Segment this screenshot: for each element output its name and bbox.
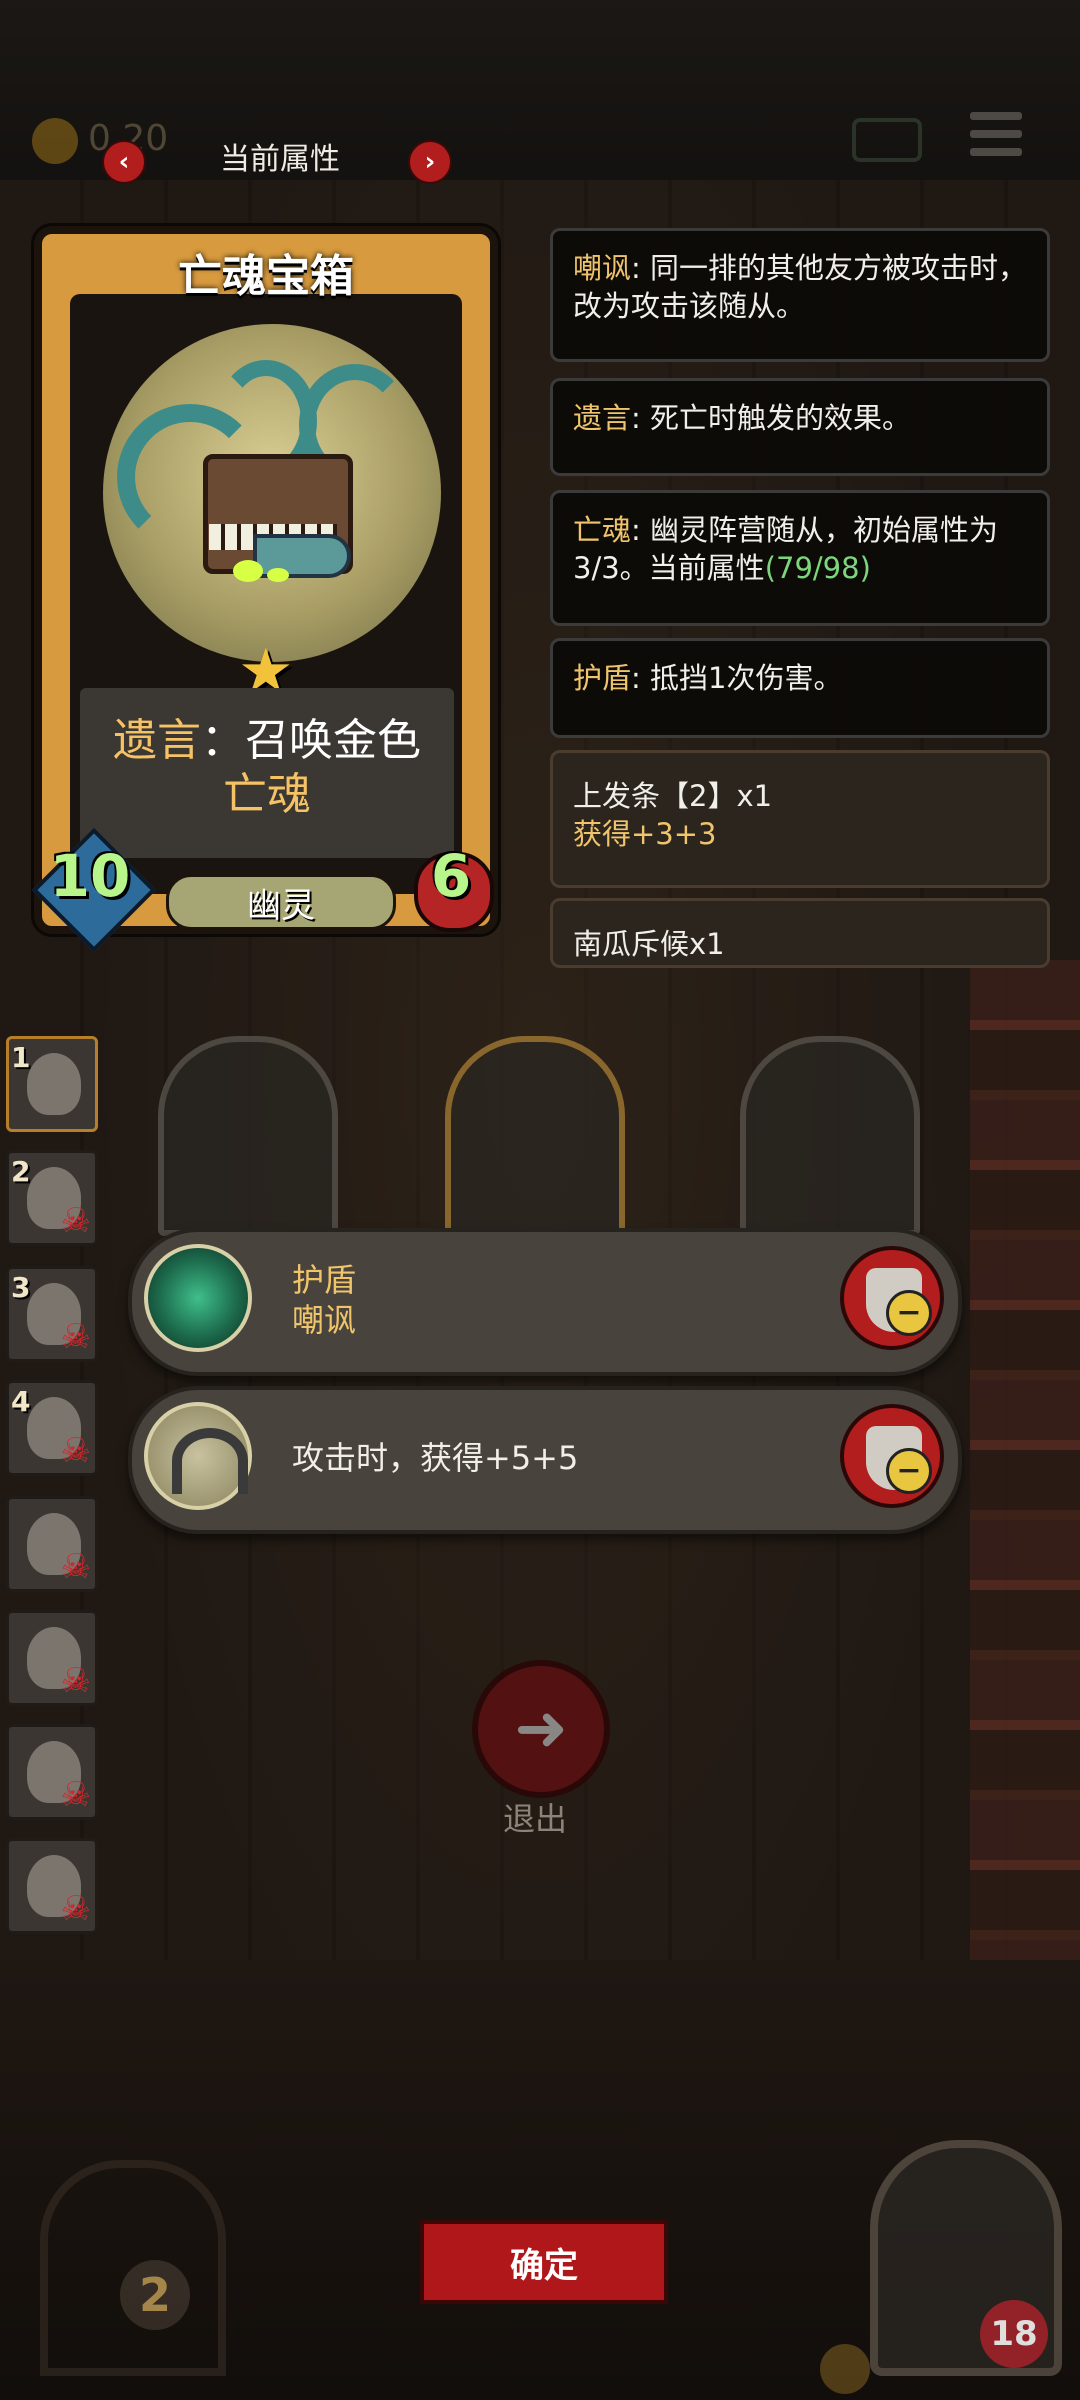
bonus-panel: 上发条【2】x1 获得+3+3 [550,750,1050,888]
skull-icon: ☠ [60,1201,91,1241]
unit-slot[interactable]: ☠ [6,1496,98,1592]
attack-value: 10 [49,842,131,910]
keyword-text: : 同一排的其他友方被攻击时，改为攻击该随从。 [573,251,1028,323]
health-value: 6 [430,842,472,910]
keyword-text: : 死亡时触发的效果。 [631,401,912,435]
prev-button[interactable]: ‹ [102,140,146,184]
remove-enhancement-button[interactable]: − [840,1246,944,1350]
enhancement-line1: 护盾 [292,1261,357,1299]
header-title: 当前属性 [220,142,340,177]
keyword-panel-deathrattle: 遗言: 死亡时触发的效果。 [550,378,1050,476]
board-minion [445,1036,625,1236]
current-stats: (79/98) [764,551,871,585]
card-description: 遗言：召唤金色亡魂 [92,714,442,822]
battery-icon [852,118,922,162]
minion-card: 亡魂宝箱 ★ 遗言：召唤金色亡魂 10 6 幽灵 [31,226,498,953]
eye-art [233,560,263,582]
exit-button[interactable]: ➜ [472,1660,610,1798]
board-minion [740,1036,920,1236]
keyword-text: : 抵挡1次伤害。 [631,661,843,695]
keyword-panel-shield: 护盾: 抵挡1次伤害。 [550,638,1050,738]
confirm-button[interactable]: 确定 [420,2220,668,2304]
sword-icon [820,2344,870,2394]
keyword-name: 亡魂 [573,513,632,547]
minus-icon: − [886,1448,932,1494]
horseshoe-icon [144,1402,252,1510]
cage-count: 2 [120,2260,190,2330]
card-portrait [97,318,447,668]
desc-gold-word: 亡魂 [223,769,311,820]
unit-number: 3 [11,1271,31,1304]
unit-number: 4 [11,1385,31,1418]
enhancement-row[interactable]: 攻击时，获得+5+5 − [128,1386,962,1534]
hero-health: 18 [980,2300,1048,2368]
desc-keyword: 遗言 [113,715,201,766]
ghost-swirl-icon [144,1244,252,1352]
keyword-name: 护盾 [573,661,632,695]
bonus-effect: 获得+3+3 [573,817,717,851]
skull-icon: ☠ [60,1431,91,1471]
bonus-title: 南瓜斥候x1 [573,927,725,961]
back-arrow-icon: ➜ [514,1692,568,1766]
skull-icon: ☠ [60,1889,91,1929]
unit-slot[interactable]: ☠ [6,1838,98,1934]
skull-icon: ☠ [60,1547,91,1587]
unit-slot[interactable]: ☠ [6,1724,98,1820]
bonus-panel: 南瓜斥候x1 [550,898,1050,968]
keyword-panel-soul: 亡魂: 幽灵阵营随从，初始属性为3/3。当前属性(79/98) [550,490,1050,626]
skull-icon: ☠ [60,1661,91,1701]
minus-icon: − [886,1290,932,1336]
menu-icon[interactable] [970,112,1022,160]
next-button[interactable]: › [408,140,452,184]
keyword-name: 遗言 [573,401,632,435]
skull-icon: ☠ [60,1317,91,1357]
tongue-art [253,534,351,578]
unit-slot[interactable]: ☠ [6,1610,98,1706]
skull-icon: ☠ [60,1775,91,1815]
unit-slot[interactable]: 2 ☠ [6,1150,98,1246]
card-description-box: 遗言：召唤金色亡魂 [80,688,454,858]
card-title: 亡魂宝箱 [178,251,354,302]
keyword-name: 嘲讽 [573,251,632,285]
exit-label: 退出 [502,1800,567,1838]
keyword-panel-taunt: 嘲讽: 同一排的其他友方被攻击时，改为攻击该随从。 [550,228,1050,362]
tribe-label: 幽灵 [166,874,396,930]
bonus-title: 上发条【2】x1 [573,779,773,813]
remove-enhancement-button[interactable]: − [840,1404,944,1508]
unit-number: 2 [11,1155,31,1188]
unit-slot[interactable]: 3 ☠ [6,1266,98,1362]
unit-number: 1 [11,1041,31,1074]
enhancement-row[interactable]: 护盾 嘲讽 − [128,1228,962,1376]
enhancement-line1: 攻击时，获得+5+5 [292,1439,579,1477]
desc-colon: ： [201,715,245,766]
board-minion [158,1036,338,1236]
bookshelf-decoration [970,960,1080,1960]
unit-slot[interactable]: 1 [6,1036,98,1132]
unit-slot[interactable]: 4 ☠ [6,1380,98,1476]
coin-icon [32,118,78,164]
enhancement-line2: 嘲讽 [292,1301,357,1339]
desc-main: 召唤金色 [245,715,421,766]
